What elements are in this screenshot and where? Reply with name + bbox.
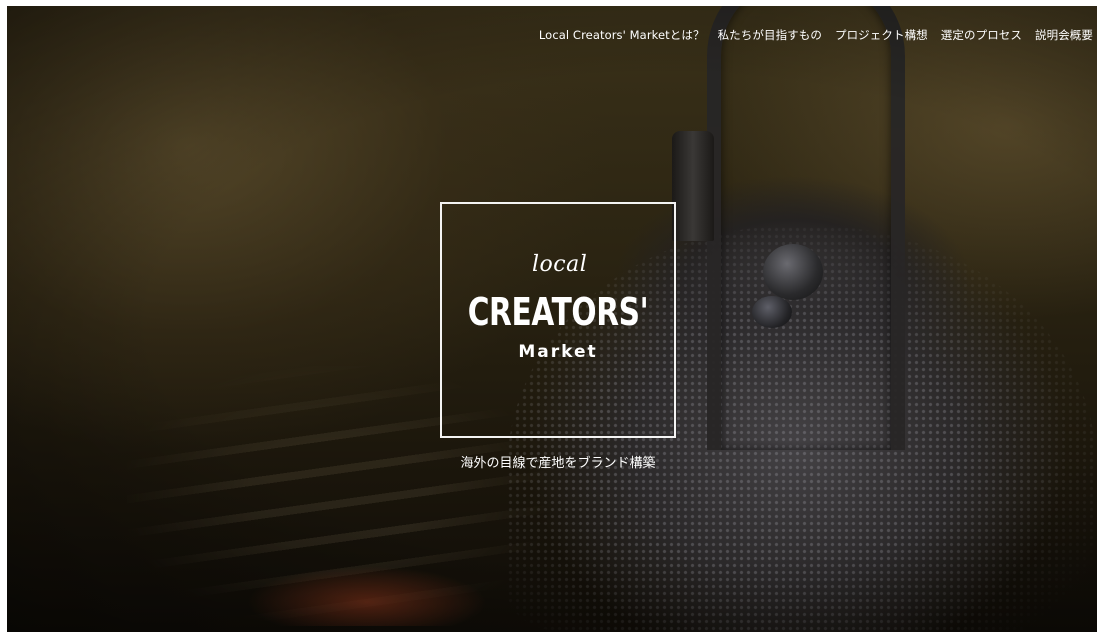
- logo-market-text: Market: [518, 342, 598, 362]
- hero-tagline: 海外の目線で産地をブランド構築: [460, 456, 656, 471]
- nav-item-about[interactable]: Local Creators' Marketとは？: [539, 27, 705, 43]
- logo-local-text: local: [532, 252, 588, 277]
- nav-item-briefing[interactable]: 説明会概要: [1035, 27, 1093, 43]
- nav-item-vision[interactable]: 私たちが目指すもの: [718, 27, 822, 43]
- top-nav: Local Creators' Marketとは？ 私たちが目指すもの プロジェ…: [539, 27, 1093, 43]
- nav-item-project[interactable]: プロジェクト構想: [835, 27, 928, 43]
- hero-section: Local Creators' Marketとは？ 私たちが目指すもの プロジェ…: [7, 6, 1097, 632]
- site-logo: local CREATORS' Market: [440, 202, 676, 438]
- logo-creators-text: CREATORS': [467, 290, 649, 334]
- nav-item-selection-process[interactable]: 選定のプロセス: [941, 27, 1022, 43]
